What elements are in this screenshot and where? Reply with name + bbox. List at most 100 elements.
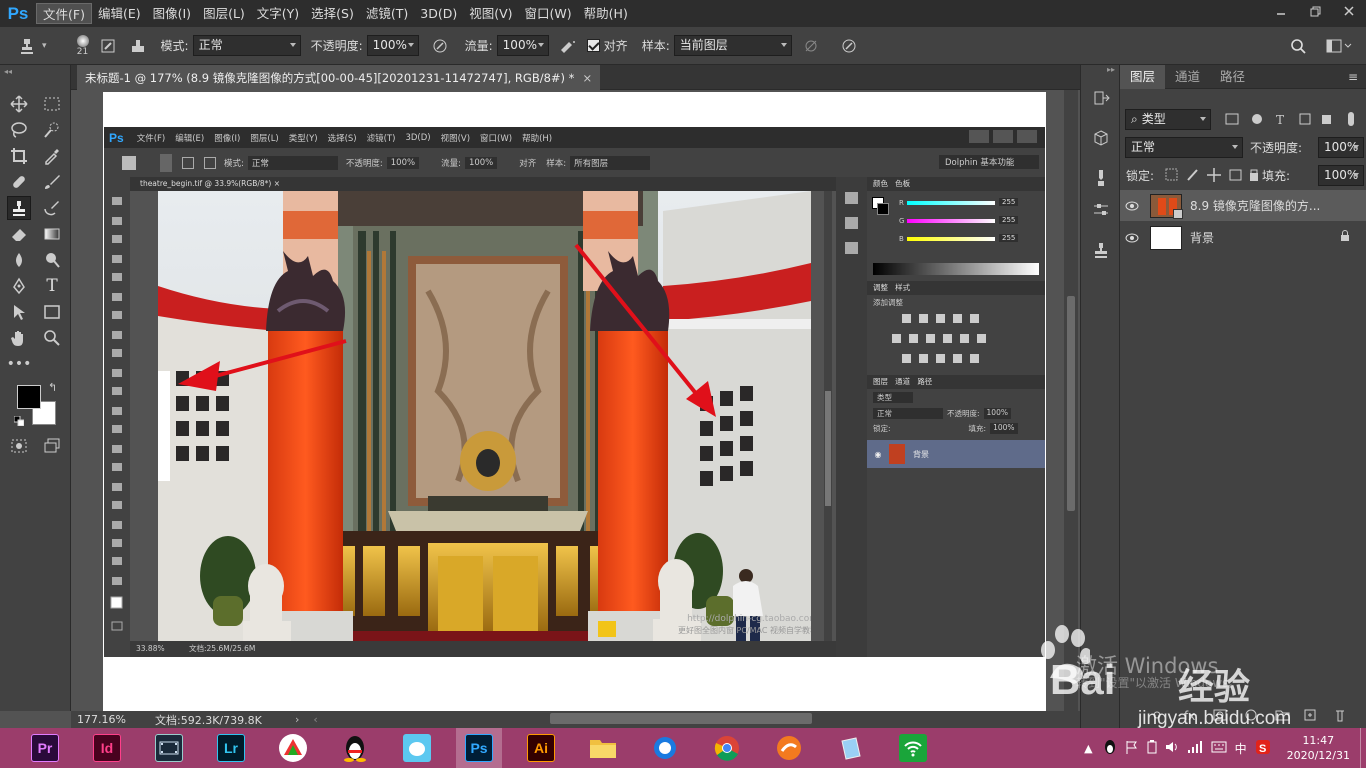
sample-select[interactable]: 当前图层 [673, 35, 792, 56]
tray-network-icon[interactable] [1187, 740, 1203, 757]
layer-name[interactable]: 背景 [1190, 229, 1214, 246]
align-option[interactable]: 对齐 [583, 27, 632, 65]
tray-battery-icon[interactable] [1147, 739, 1157, 757]
visibility-eye-icon[interactable] [1120, 201, 1144, 211]
tray-sogou-icon[interactable]: S [1255, 739, 1271, 758]
workspace-icon[interactable] [1322, 35, 1356, 57]
dodge-tool-icon[interactable] [40, 248, 64, 272]
taskbar-app15[interactable] [890, 728, 936, 768]
blur-tool-icon[interactable] [7, 248, 31, 272]
layer-row-background[interactable]: 背景 [1120, 222, 1366, 253]
minimize-button[interactable] [1264, 0, 1298, 22]
eyedropper-tool-icon[interactable] [40, 144, 64, 168]
taskbar-app13[interactable] [766, 728, 812, 768]
menu-help[interactable]: 帮助(H) [578, 3, 634, 24]
taskbar-illustrator[interactable]: Ai [518, 728, 564, 768]
menu-filter[interactable]: 滤镜(T) [360, 3, 414, 24]
layer-row-active[interactable]: 8.9 镜像克隆图像的方... [1120, 190, 1366, 221]
menu-file[interactable]: 文件(F) [36, 3, 92, 24]
hscroll-left-icon[interactable]: ‹ [313, 713, 317, 726]
taskbar-app5[interactable] [270, 728, 316, 768]
taskbar-chrome[interactable] [704, 728, 750, 768]
status-arrow-icon[interactable]: › [295, 713, 299, 726]
taskbar-app7[interactable] [394, 728, 440, 768]
taskbar-browser1[interactable] [642, 728, 688, 768]
taskbar-photoshop[interactable]: Ps [456, 728, 502, 768]
path-select-tool-icon[interactable] [7, 300, 31, 324]
layer-blend-mode[interactable]: 正常 [1125, 137, 1243, 158]
menu-select[interactable]: 选择(S) [305, 3, 360, 24]
ignore-adjustment-icon[interactable] [800, 35, 822, 57]
menu-layer[interactable]: 图层(L) [197, 3, 251, 24]
mode-select[interactable]: 正常 [192, 35, 301, 56]
taskbar-video[interactable] [146, 728, 192, 768]
tray-flag-icon[interactable] [1125, 740, 1139, 757]
tray-expand-icon[interactable]: ▲ [1084, 742, 1092, 755]
history-panel-icon[interactable] [1089, 86, 1113, 110]
tool-preset-picker[interactable]: ▾ [0, 27, 51, 65]
marquee-tool-icon[interactable] [40, 92, 64, 116]
status-zoom[interactable]: 177.16% [77, 713, 155, 726]
eraser-tool-icon[interactable] [7, 222, 31, 246]
3d-panel-icon[interactable] [1089, 126, 1113, 150]
taskbar-explorer[interactable] [580, 728, 626, 768]
fill-input[interactable]: 100% [1318, 165, 1364, 186]
layer-name[interactable]: 8.9 镜像克隆图像的方... [1190, 197, 1320, 214]
close-tab-icon[interactable]: × [582, 71, 592, 85]
tray-keyboard-icon[interactable] [1211, 741, 1227, 756]
expand-panels-icon[interactable]: ▸▸ [1107, 65, 1115, 74]
tab-channels[interactable]: 通道 [1165, 65, 1210, 89]
hand-tool-icon[interactable] [7, 326, 31, 350]
vertical-scroll-thumb[interactable] [1067, 296, 1075, 511]
screen-mode-icon[interactable] [40, 434, 64, 458]
panel-menu-icon[interactable]: ≡ [1348, 65, 1358, 88]
healing-brush-tool-icon[interactable] [7, 170, 31, 194]
brush-picker[interactable]: 21 [69, 27, 97, 65]
menu-edit[interactable]: 编辑(E) [92, 3, 147, 24]
align-checkbox[interactable] [586, 39, 600, 52]
tray-ime[interactable]: 中 [1235, 740, 1247, 757]
tray-clock[interactable]: 11:47 2020/12/31 [1277, 733, 1360, 763]
close-window-button[interactable] [1332, 0, 1366, 22]
clone-stamp-tool-icon[interactable] [7, 196, 31, 220]
foreground-color-swatch[interactable] [17, 385, 41, 409]
tab-layers[interactable]: 图层 [1120, 65, 1166, 89]
collapse-icon[interactable]: ◂◂ [4, 67, 12, 76]
clone-source-panel-icon[interactable] [1089, 238, 1113, 262]
document-tab[interactable]: 未标题-1 @ 177% (8.9 镜像克隆图像的方式[00-00-45][20… [77, 65, 601, 90]
pressure-opacity-icon[interactable] [429, 35, 451, 57]
airbrush-icon[interactable] [557, 35, 579, 57]
properties-panel-icon[interactable] [1089, 198, 1113, 222]
brush-panel-icon[interactable] [97, 35, 119, 57]
search-icon[interactable] [1287, 35, 1309, 57]
more-tools-icon[interactable]: ••• [7, 352, 32, 376]
quick-select-tool-icon[interactable] [40, 118, 64, 142]
taskbar-app14[interactable] [828, 728, 874, 768]
default-colors-icon[interactable] [13, 415, 25, 427]
pressure-size-icon[interactable] [838, 35, 860, 57]
horizontal-scroll-thumb[interactable] [550, 713, 812, 724]
flow-input[interactable]: 100% [496, 35, 549, 56]
lock-icons[interactable] [1164, 167, 1260, 183]
layer-kind-filter[interactable]: ⌕ 类型 [1125, 109, 1211, 130]
show-desktop-button[interactable] [1360, 728, 1366, 768]
brush-tool-icon[interactable] [40, 170, 64, 194]
taskbar-premiere[interactable]: Pr [22, 728, 68, 768]
type-tool-icon[interactable]: T [40, 274, 64, 298]
lasso-tool-icon[interactable] [7, 118, 31, 142]
history-brush-tool-icon[interactable] [40, 196, 64, 220]
gradient-tool-icon[interactable] [40, 222, 64, 246]
zoom-tool-icon[interactable] [40, 326, 64, 350]
menu-window[interactable]: 窗口(W) [519, 3, 578, 24]
tray-volume-icon[interactable] [1165, 740, 1179, 757]
quick-mask-icon[interactable] [7, 434, 31, 458]
brush-presets-icon[interactable] [1089, 166, 1113, 190]
menu-view[interactable]: 视图(V) [463, 3, 518, 24]
swap-colors-icon[interactable]: ↰ [48, 381, 57, 394]
layer-filter-icons[interactable]: T [1224, 112, 1364, 128]
visibility-eye-icon[interactable] [1120, 233, 1144, 243]
crop-tool-icon[interactable] [7, 144, 31, 168]
taskbar-lightroom[interactable]: Lr [208, 728, 254, 768]
taskbar-qq[interactable] [332, 728, 378, 768]
menu-3d[interactable]: 3D(D) [414, 3, 463, 24]
